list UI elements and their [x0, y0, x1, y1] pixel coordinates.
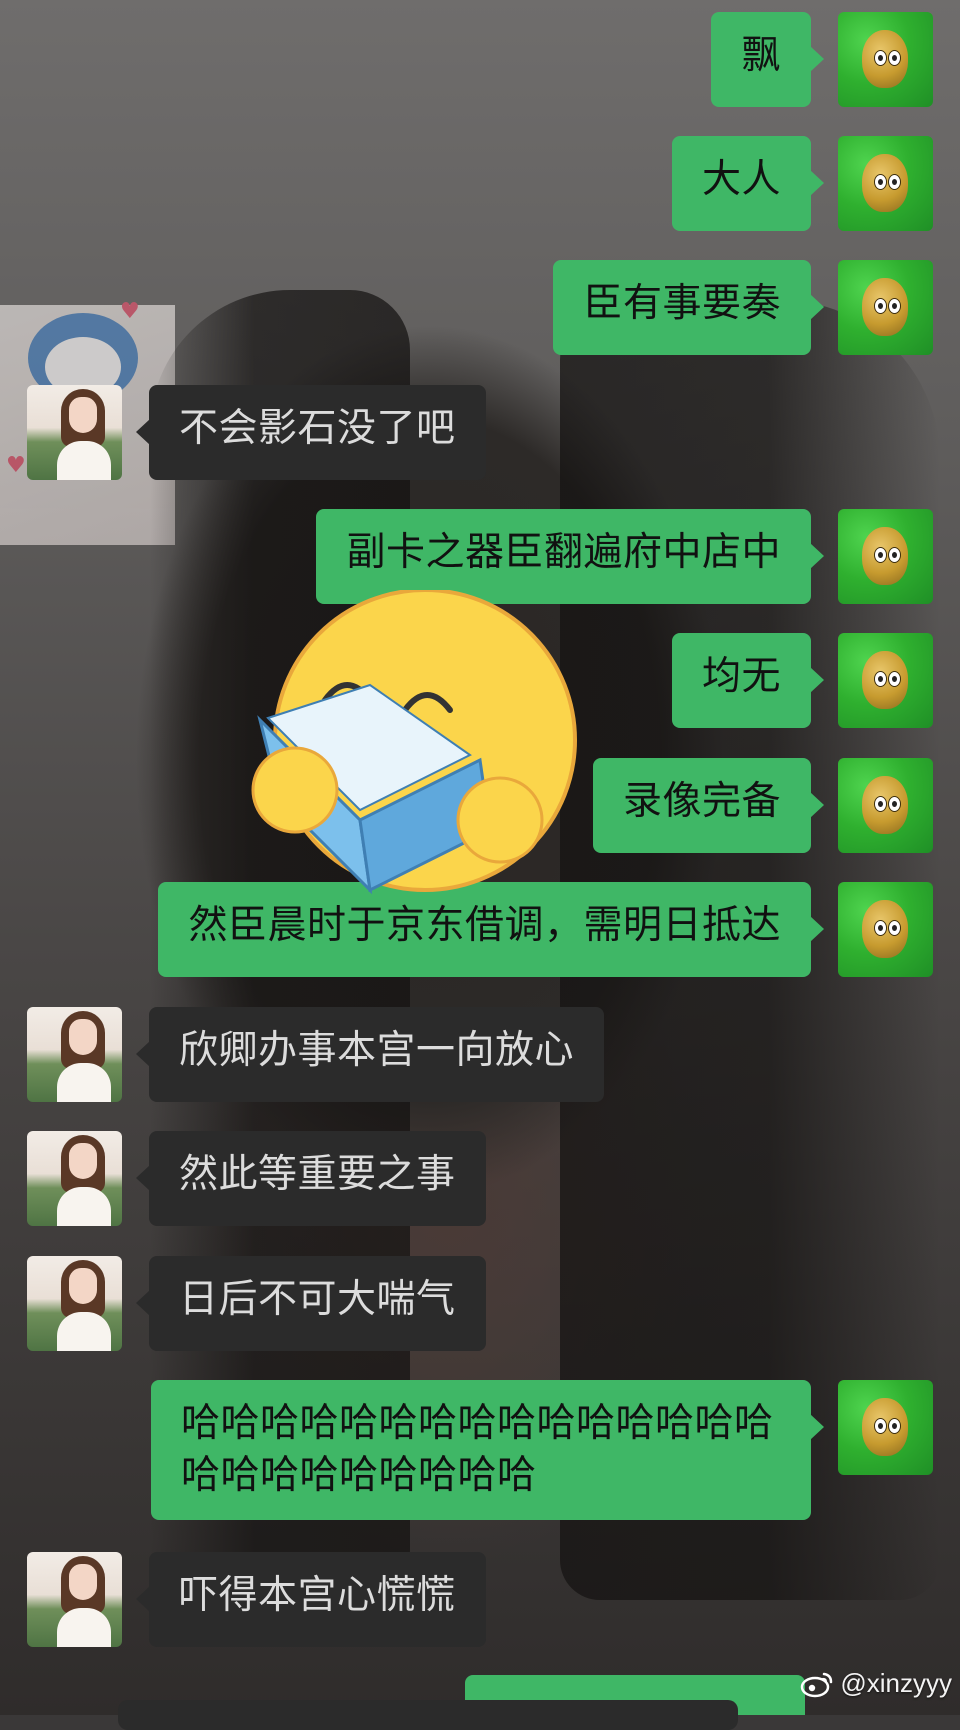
message-bubble-sent[interactable]: 录像完备 [592, 758, 825, 853]
message-bubble-sent[interactable]: 哈哈哈哈哈哈哈哈哈哈哈哈哈哈哈 哈哈哈哈哈哈哈哈哈 [151, 1380, 824, 1520]
girl-avatar[interactable] [27, 1552, 122, 1647]
reading-book-smiley-sticker [251, 590, 577, 895]
wall-nut-avatar[interactable] [838, 633, 933, 728]
input-bar-edge[interactable] [118, 1700, 738, 1730]
weibo-icon [801, 1672, 833, 1697]
message-bubble-sent[interactable]: 均无 [671, 633, 825, 728]
message-bubble-sent[interactable]: 大人 [671, 136, 825, 231]
message-row-received: 日后不可大喘气 [27, 1256, 486, 1351]
message-row-received: 不会影石没了吧 [27, 385, 486, 480]
message-row-sent: 录像完备 [592, 758, 933, 853]
wall-nut-avatar[interactable] [838, 758, 933, 853]
weibo-watermark: @xinzyyy [800, 1668, 952, 1699]
watermark-text: @xinzyyy [840, 1668, 952, 1698]
message-bubble-received[interactable]: 日后不可大喘气 [136, 1256, 486, 1351]
wall-nut-avatar[interactable] [838, 882, 933, 977]
girl-avatar[interactable] [27, 385, 122, 480]
message-bubble-received[interactable]: 然此等重要之事 [136, 1131, 486, 1226]
message-bubble-sent[interactable]: 飘 [711, 12, 824, 107]
girl-avatar[interactable] [27, 1007, 122, 1102]
message-bubble-received[interactable]: 不会影石没了吧 [136, 385, 486, 480]
girl-avatar[interactable] [27, 1256, 122, 1351]
message-row-sent: 大人 [671, 136, 933, 231]
message-row-sent: 臣有事要奏 [553, 260, 933, 355]
message-bubble-received[interactable]: 吓得本宫心慌慌 [136, 1552, 486, 1647]
message-row-received: 然此等重要之事 [27, 1131, 486, 1226]
message-bubble-received[interactable]: 欣卿办事本宫一向放心 [135, 1007, 605, 1102]
message-bubble-sent[interactable]: 臣有事要奏 [553, 260, 824, 355]
message-row-sent: 均无 [671, 633, 933, 728]
wall-nut-avatar[interactable] [838, 136, 933, 231]
wall-nut-avatar[interactable] [838, 260, 933, 355]
message-row-received: 吓得本宫心慌慌 [27, 1552, 486, 1647]
message-row-sent: 飘 [711, 12, 933, 107]
message-row-sent: 哈哈哈哈哈哈哈哈哈哈哈哈哈哈哈 哈哈哈哈哈哈哈哈哈 [151, 1380, 933, 1520]
girl-avatar[interactable] [27, 1131, 122, 1226]
wall-nut-avatar[interactable] [838, 1380, 933, 1475]
wall-nut-avatar[interactable] [838, 12, 933, 107]
message-row-received: 欣卿办事本宫一向放心 [27, 1007, 605, 1102]
wall-nut-avatar[interactable] [838, 509, 933, 604]
